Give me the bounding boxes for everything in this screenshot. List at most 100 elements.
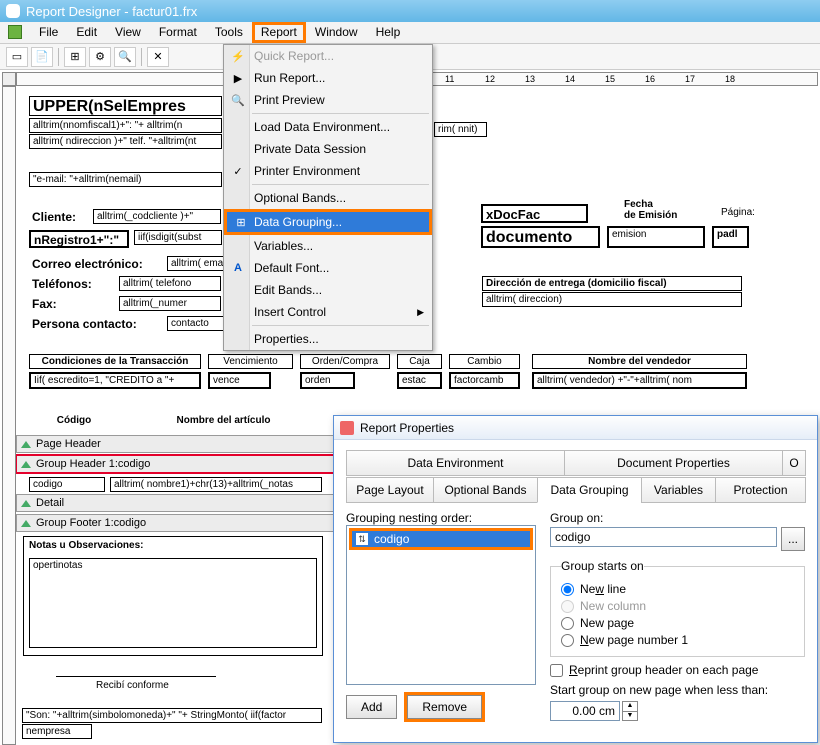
field-email[interactable]: "e-mail: "+alltrim(nemail) (29, 172, 222, 187)
label-direntrega: Dirección de entrega (domicilio fiscal) (482, 276, 742, 291)
field-nregistro[interactable]: nRegistro1+":" (29, 230, 129, 248)
menu-load-data-env[interactable]: Load Data Environment... (224, 116, 432, 138)
menu-edit[interactable]: Edit (67, 22, 106, 43)
menu-printer-env[interactable]: ✓Printer Environment (224, 160, 432, 182)
tab-protection[interactable]: Protection (715, 477, 806, 503)
menu-report[interactable]: Report (252, 22, 306, 43)
label-nesting-order: Grouping nesting order: (346, 511, 536, 525)
field-factorcamb[interactable]: factorcamb (449, 372, 520, 389)
field-upper[interactable]: UPPER(nSelEmpres (29, 96, 222, 116)
label-caja: Caja (397, 354, 442, 369)
menu-tools[interactable]: Tools (206, 22, 252, 43)
tab-optional-bands[interactable]: Optional Bands (433, 477, 538, 503)
menu-default-font[interactable]: ADefault Font... (224, 257, 432, 279)
drag-grip-icon[interactable]: ⇅ (356, 533, 368, 545)
menu-file[interactable]: File (30, 22, 67, 43)
spinner-down-icon[interactable]: ▼ (623, 712, 637, 721)
field-nempresa[interactable]: nempresa (22, 724, 92, 739)
tab-document-properties[interactable]: Document Properties (564, 450, 783, 476)
tool-close[interactable]: ✕ (147, 47, 169, 67)
start-group-input[interactable] (550, 701, 620, 721)
menu-format[interactable]: Format (150, 22, 206, 43)
label-pagina: Página: (721, 207, 755, 218)
tab-data-grouping[interactable]: Data Grouping (537, 477, 642, 503)
field-codcliente[interactable]: alltrim(_codcliente )+" (93, 209, 221, 224)
field-telefono[interactable]: alltrim( telefono (119, 276, 221, 291)
menu-quick-report[interactable]: ⚡Quick Report... (224, 45, 432, 67)
tool-preview[interactable]: 🔍 (114, 47, 136, 67)
field-padl[interactable]: padl (712, 226, 749, 248)
tab-page-layout[interactable]: Page Layout (346, 477, 434, 503)
menu-data-grouping[interactable]: ⊞Data Grouping... (224, 209, 432, 235)
menu-properties[interactable]: Properties... (224, 328, 432, 350)
menu-edit-bands[interactable]: Edit Bands... (224, 279, 432, 301)
menu-print-preview[interactable]: 🔍Print Preview (224, 89, 432, 111)
tab-other[interactable]: O (782, 450, 806, 476)
field-direccion[interactable]: alltrim( ndireccion )+" telf. "+alltrim(… (29, 134, 222, 149)
field-iifdigit[interactable]: iif(isdigit(subst (134, 230, 222, 245)
tool-new[interactable]: ▭ (6, 47, 28, 67)
menu-run-report[interactable]: ▶Run Report... (224, 67, 432, 89)
field-numero[interactable]: alltrim(_numer (119, 296, 221, 311)
field-nombre1[interactable]: alltrim( nombre1)+chr(13)+alltrim(_notas (110, 477, 322, 492)
add-button[interactable]: Add (346, 695, 397, 719)
label-fax: Fax: (29, 296, 69, 312)
field-documento[interactable]: documento (481, 226, 600, 248)
label-ordencompra: Orden/Compra (300, 354, 390, 369)
menu-view[interactable]: View (106, 22, 150, 43)
radio-new-page[interactable]: New page (561, 616, 794, 630)
menu-insert-control[interactable]: Insert Control▶ (224, 301, 432, 323)
tool-grouping[interactable]: ⊞ (64, 47, 86, 67)
field-xdocfac[interactable]: xDocFac (481, 204, 588, 223)
dialog-titlebar[interactable]: Report Properties (334, 416, 817, 440)
grouping-item-codigo[interactable]: ⇅ codigo (349, 528, 533, 550)
app-icon (6, 4, 20, 18)
field-fiscal[interactable]: alltrim(nnomfiscal1)+": "+ alltrim(n (29, 118, 222, 133)
dialog-icon (340, 421, 354, 435)
field-estac[interactable]: estac (397, 372, 442, 389)
field-orden[interactable]: orden (300, 372, 355, 389)
menu-optional-bands[interactable]: Optional Bands... (224, 187, 432, 209)
label-persona: Persona contacto: (29, 316, 159, 332)
menu-private-data-session[interactable]: Private Data Session (224, 138, 432, 160)
label-telefonos: Teléfonos: (29, 276, 109, 292)
field-son[interactable]: "Son: "+alltrim(simbolomoneda)+" "+ Stri… (22, 708, 322, 723)
label-recibi: Recibí conforme (96, 680, 169, 691)
menu-help[interactable]: Help (367, 22, 410, 43)
label-condtrans: Condiciones de la Transacción (29, 354, 201, 369)
tab-data-environment[interactable]: Data Environment (346, 450, 565, 476)
wand-icon: ⚡ (230, 48, 246, 64)
spinner-up-icon[interactable]: ▲ (623, 702, 637, 712)
field-emision[interactable]: emision (607, 226, 705, 248)
ruler-corner (2, 72, 16, 86)
label-codigo-hdr: Código (29, 414, 119, 427)
expression-builder-button[interactable]: ... (781, 527, 805, 551)
label-notas: Notas u Observaciones: (29, 540, 143, 551)
field-direccion2[interactable]: alltrim( direccion) (482, 292, 742, 307)
remove-button[interactable]: Remove (407, 695, 482, 719)
field-opertinotas[interactable]: opertinotas (29, 558, 317, 648)
check-reprint-header[interactable]: Reprint group header on each page (550, 663, 805, 677)
label-nombrevend: Nombre del vendedor (532, 354, 747, 369)
label-start-group: Start group on new page when less than: (550, 683, 805, 697)
field-credito[interactable]: Iif( escredito=1, "CREDITO a "+ (29, 372, 201, 389)
window-title: Report Designer - factur01.frx (26, 4, 197, 19)
radio-new-line[interactable]: New line (561, 582, 794, 596)
window-titlebar: Report Designer - factur01.frx (0, 0, 820, 22)
label-nombreart: Nombre del artículo (126, 414, 321, 427)
menu-variables[interactable]: Variables... (224, 235, 432, 257)
field-vence[interactable]: vence (208, 372, 271, 389)
field-vendedor[interactable]: alltrim( vendedor) +"-"+alltrim( nom (532, 372, 747, 389)
field-contacto[interactable]: contacto (167, 316, 225, 331)
field-rimnit[interactable]: rim( nnit) (434, 122, 487, 137)
group-on-input[interactable] (550, 527, 777, 547)
radio-new-page-num[interactable]: New page number 1 (561, 633, 794, 647)
tool-properties[interactable]: ⚙ (89, 47, 111, 67)
field-codigo[interactable]: codigo (29, 477, 105, 492)
label-group-starts: Group starts on (561, 559, 644, 573)
grouping-list[interactable]: ⇅ codigo (346, 525, 536, 685)
label-correo: Correo electrónico: (29, 256, 164, 272)
tab-variables[interactable]: Variables (641, 477, 716, 503)
tool-open[interactable]: 📄 (31, 47, 53, 67)
menu-window[interactable]: Window (306, 22, 367, 43)
